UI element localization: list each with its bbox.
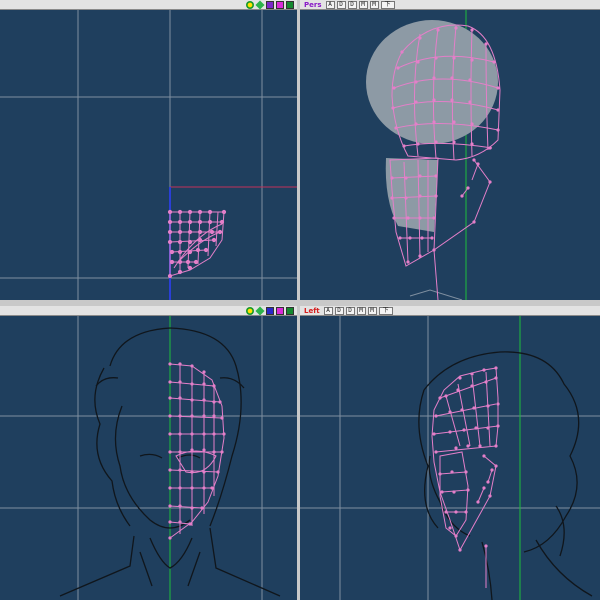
pan-icon[interactable] bbox=[255, 0, 265, 10]
toolbar-top bbox=[0, 0, 297, 10]
viewport-top-canvas bbox=[0, 10, 297, 300]
toolbar-button-1[interactable]: A bbox=[323, 306, 333, 315]
toolbar-button-4[interactable]: M bbox=[358, 0, 368, 9]
viewport-left-canvas bbox=[300, 316, 600, 600]
viewport-front-canvas bbox=[0, 316, 297, 600]
toolbar-button-4[interactable]: M bbox=[356, 306, 366, 315]
zoom-icon[interactable] bbox=[246, 0, 254, 9]
viewport-perspective-canvas bbox=[366, 10, 501, 300]
toolbar-button-1[interactable]: A bbox=[325, 0, 335, 9]
toolbar-button-2[interactable]: D bbox=[336, 0, 346, 9]
viewport-left[interactable]: Left A D D M M 下 bbox=[300, 306, 600, 600]
toolbar-button-5[interactable]: M bbox=[367, 306, 377, 315]
viewport-front[interactable] bbox=[0, 306, 297, 600]
toolbar-perspective: Pers A D D M M 下 bbox=[300, 0, 600, 10]
toolbar-button-3[interactable]: D bbox=[347, 0, 357, 9]
mesh-left bbox=[431, 367, 499, 588]
grid-lines bbox=[0, 316, 297, 600]
zoom-icon[interactable] bbox=[246, 306, 254, 315]
ground-lines bbox=[409, 289, 463, 300]
color-swatch-magenta-icon[interactable] bbox=[276, 0, 284, 9]
viewport-label: Left bbox=[304, 306, 320, 315]
color-swatch-purple-icon[interactable] bbox=[266, 0, 274, 9]
neck-shaded bbox=[385, 158, 438, 232]
color-swatch-purple-icon[interactable] bbox=[266, 306, 274, 315]
mesh-top bbox=[167, 209, 227, 279]
color-swatch-green-icon[interactable] bbox=[286, 306, 294, 315]
toolbar-button-5[interactable]: M bbox=[369, 0, 379, 9]
mesh-vertices bbox=[432, 366, 500, 552]
toolbar-button-6[interactable]: 下 bbox=[378, 306, 393, 315]
grid-lines bbox=[0, 10, 297, 300]
color-swatch-green-icon[interactable] bbox=[286, 0, 294, 9]
toolbar-left: Left A D D M M 下 bbox=[300, 306, 600, 316]
head-shaded-back bbox=[366, 20, 498, 144]
viewport-top[interactable] bbox=[0, 0, 297, 300]
viewport-perspective[interactable]: Pers A D D M M 下 bbox=[300, 0, 600, 300]
toolbar-front bbox=[0, 306, 297, 316]
toolbar-button-6[interactable]: 下 bbox=[380, 0, 395, 9]
toolbar-button-2[interactable]: D bbox=[334, 306, 344, 315]
horizontal-splitter[interactable] bbox=[0, 300, 600, 306]
pan-icon[interactable] bbox=[255, 306, 265, 316]
viewport-label: Pers bbox=[304, 0, 322, 9]
toolbar-button-3[interactable]: D bbox=[345, 306, 355, 315]
color-swatch-magenta-icon[interactable] bbox=[276, 306, 284, 315]
grid-lines bbox=[300, 316, 600, 600]
